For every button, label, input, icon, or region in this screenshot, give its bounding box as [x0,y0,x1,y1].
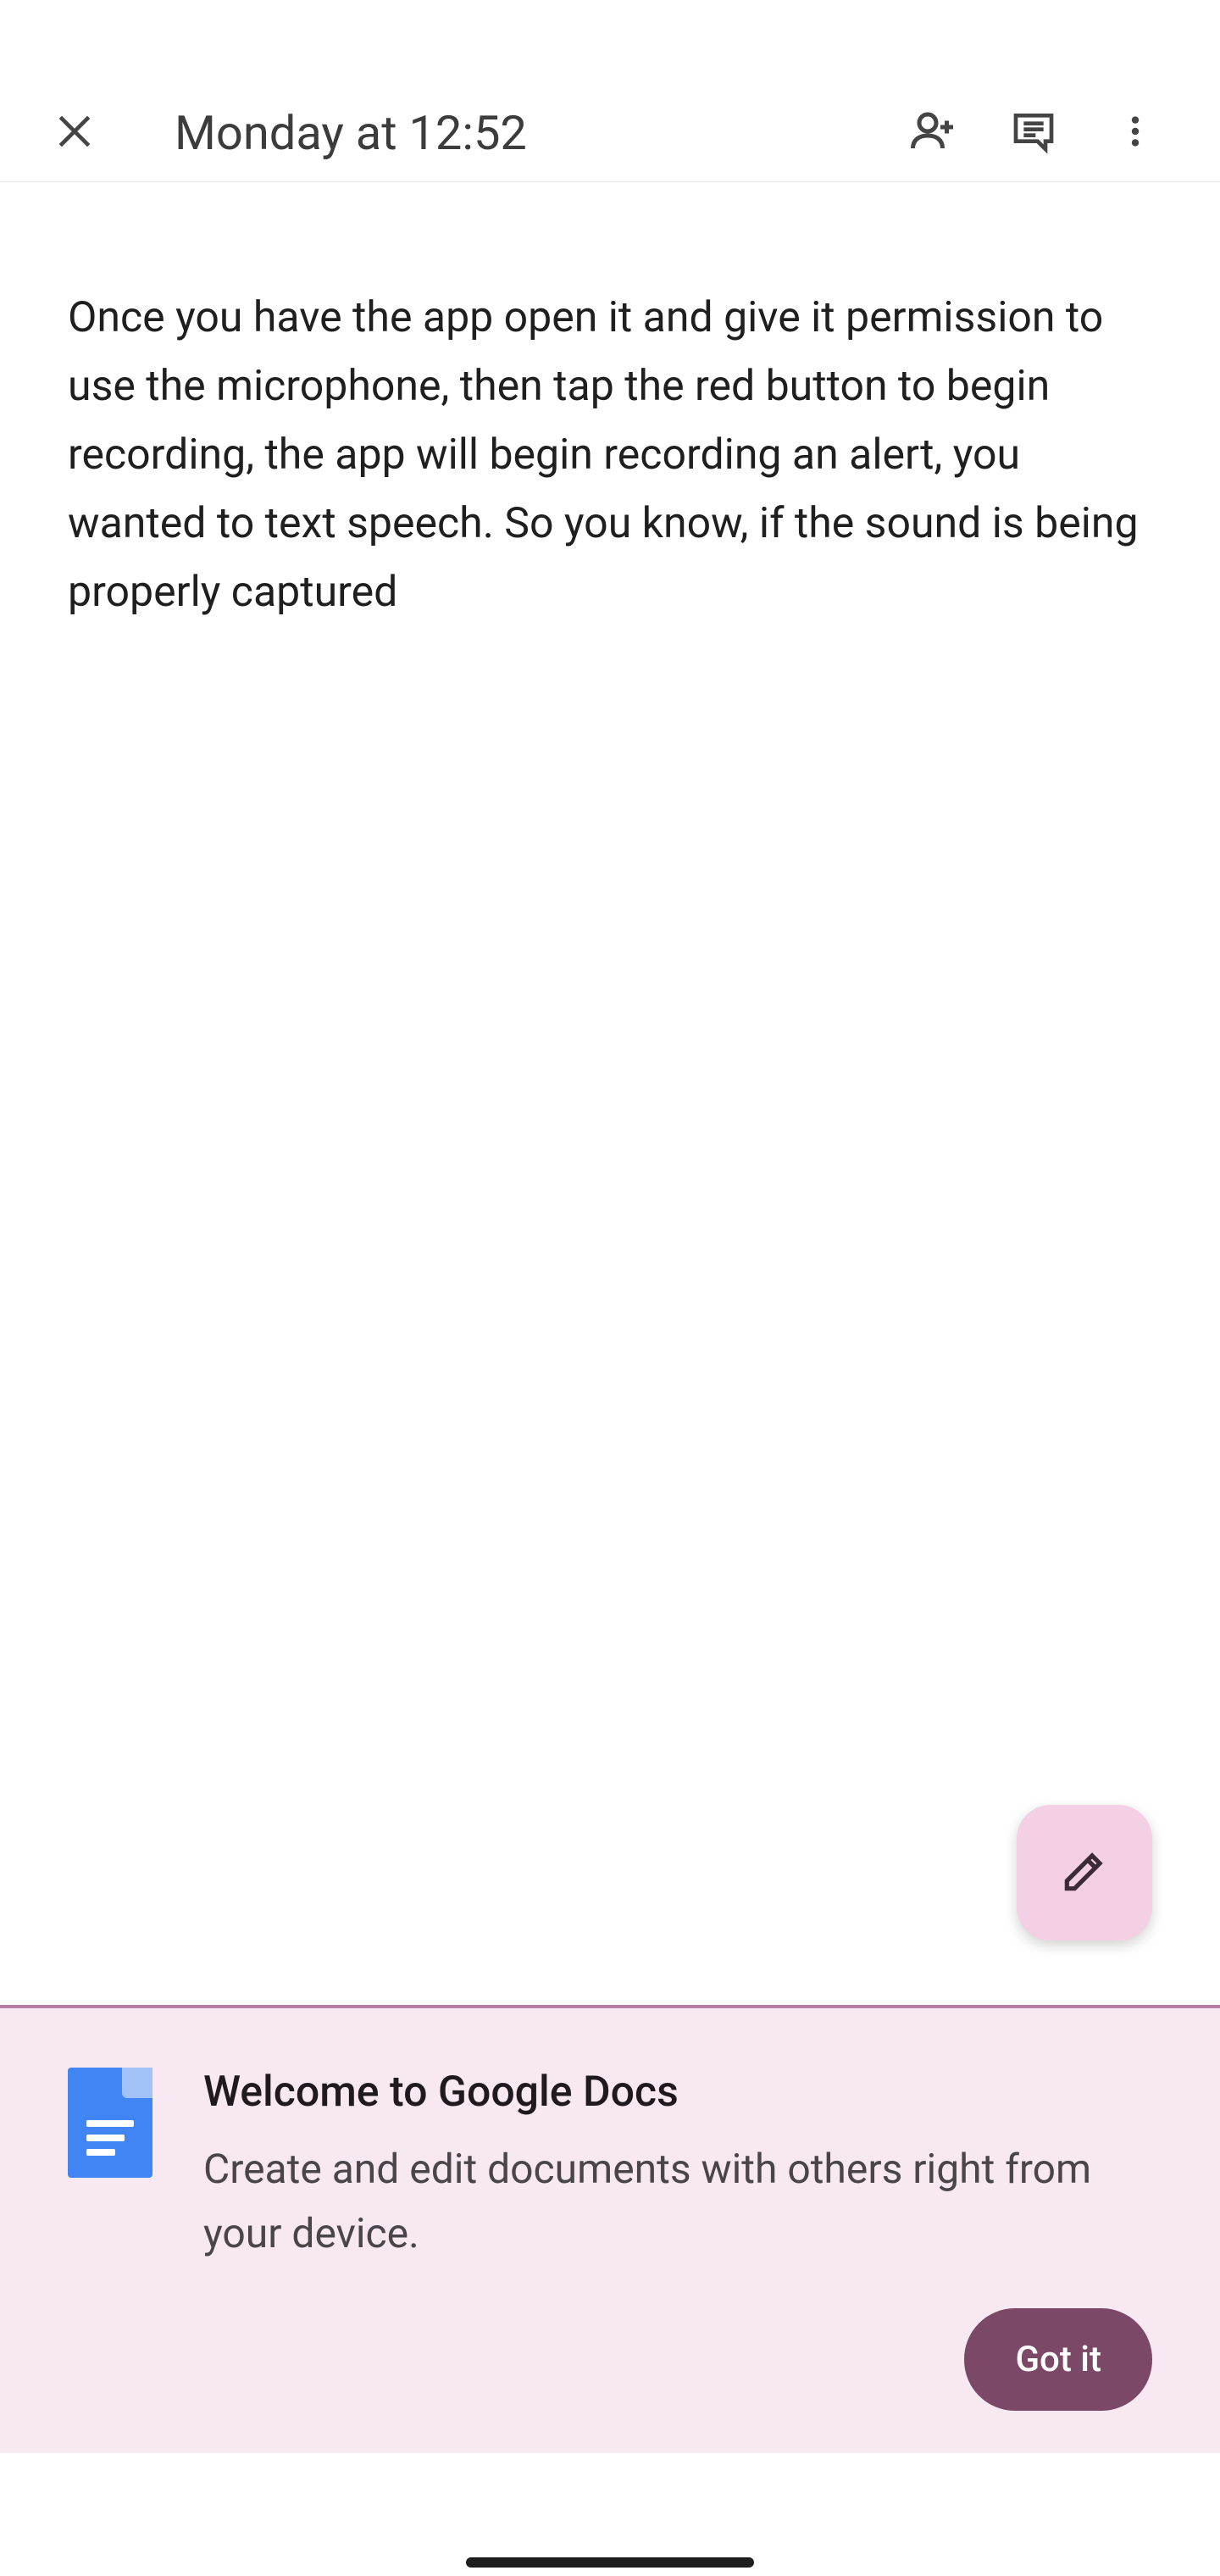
comments-button[interactable] [983,92,1084,174]
edit-fab[interactable] [1017,1805,1152,1940]
more-vert-icon [1116,112,1155,154]
top-app-bar: Monday at 12:52 [0,0,1220,182]
more-button[interactable] [1084,92,1186,174]
welcome-description: Create and edit documents with others ri… [203,2137,1152,2266]
close-icon [53,110,96,156]
comments-icon [1010,108,1057,158]
document-paragraph: Once you have the app open it and give i… [68,284,1152,627]
close-button[interactable] [34,92,115,174]
document-title[interactable]: Monday at 12:52 [115,105,847,161]
welcome-panel: Welcome to Google Docs Create and edit d… [0,2005,1220,2453]
add-person-button[interactable] [881,92,983,174]
pencil-icon [1058,1845,1111,1901]
add-person-icon [907,106,957,160]
welcome-title: Welcome to Google Docs [203,2068,1152,2117]
home-indicator[interactable] [466,2557,754,2568]
docs-app-icon [68,2068,152,2178]
got-it-button[interactable]: Got it [964,2308,1152,2411]
